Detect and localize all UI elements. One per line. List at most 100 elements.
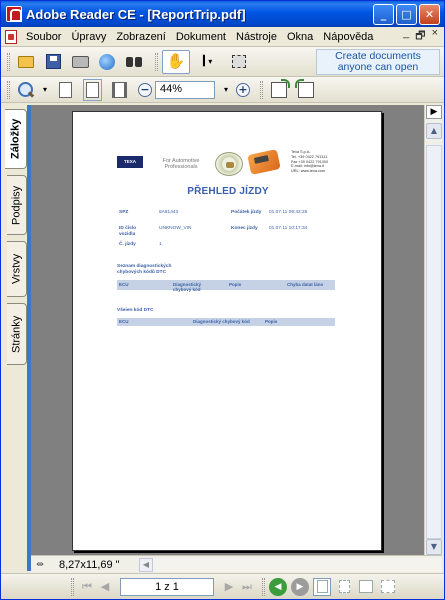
continuous-layout-button[interactable] [335, 578, 353, 596]
toolbar-grip[interactable] [260, 80, 264, 99]
report-title: PŘEHLED JÍZDY [187, 186, 269, 197]
column-header: Popis [265, 319, 278, 324]
chevron-down-icon[interactable]: ▾ [224, 85, 228, 94]
text-select-icon: Ⅰ [201, 54, 207, 70]
document-window-controls: _ 🗗 × [403, 27, 438, 46]
menu-napoveda[interactable]: Nápověda [318, 31, 378, 43]
go-forward-button[interactable]: ▶ [291, 577, 309, 596]
trip-end-value: 01.07.11 10:17:34 [269, 226, 308, 231]
zoom-in-button[interactable]: + [236, 82, 251, 97]
binoculars-icon [125, 55, 143, 69]
scroll-down-button[interactable]: ▼ [426, 539, 442, 555]
tab-bookmarks[interactable]: Záložky [5, 109, 27, 169]
scroll-left-button[interactable]: ◀ [139, 557, 153, 572]
first-page-button[interactable]: ⏮ [78, 578, 96, 596]
doc-minimize-button[interactable]: _ [403, 27, 409, 46]
split-handle-icon[interactable]: ⇹ [33, 558, 47, 572]
last-page-button[interactable]: ⏭ [238, 578, 256, 596]
snapshot-button[interactable] [227, 51, 251, 73]
toolbar-grip[interactable] [155, 52, 158, 71]
continuous-facing-layout-button[interactable] [379, 578, 397, 596]
go-back-button[interactable]: ◀ [269, 577, 287, 596]
spz-label: SPZ [119, 210, 129, 215]
pdf-page: TEXA For Automotive Professionals Texa S… [72, 111, 382, 551]
document-icon[interactable] [5, 29, 17, 44]
navigation-panel-tabs: Záložky Podpisy Vrstvy Stránky [5, 105, 27, 575]
menu-nastroje[interactable]: Nástroje [231, 31, 282, 43]
create-documents-promo[interactable]: Create documents anyone can open [316, 48, 440, 75]
dtc-list-heading: Seznam diagnostických chybových kódů DTC [117, 264, 172, 275]
fit-width-button[interactable] [107, 79, 131, 101]
scroll-thumb[interactable] [426, 145, 442, 539]
doc-restore-button[interactable]: 🗗 [415, 27, 425, 46]
rotate-counterclockwise-button[interactable] [294, 79, 318, 101]
save-button[interactable] [41, 51, 65, 73]
status-bar: ⏮ ◀ 1 z 1 ▶ ⏭ ◀ ▶ [1, 573, 444, 599]
doc-close-button[interactable]: × [432, 27, 438, 46]
dtc-all-heading: Všeien kód DTC [117, 308, 154, 313]
scroll-up-button[interactable]: ▲ [426, 123, 442, 139]
previous-page-button[interactable]: ◀ [96, 578, 114, 596]
email-button[interactable] [95, 51, 119, 73]
minimize-button[interactable]: _ [373, 3, 394, 25]
toolbar-grip[interactable] [7, 80, 10, 99]
zoom-tool-button[interactable] [14, 79, 38, 101]
horizontal-bar: ⇹ 8,27x11,69 " ◀ [31, 555, 442, 573]
actual-size-button[interactable] [53, 79, 77, 101]
print-button[interactable] [68, 51, 92, 73]
zoom-in-icon [18, 81, 34, 98]
column-header: ECU [119, 319, 129, 324]
page-size-readout: 8,27x11,69 " [59, 558, 120, 571]
rotate-cw-icon [271, 78, 291, 98]
panel-expand-button[interactable]: ▶ [426, 105, 442, 119]
title-bar[interactable]: Adobe Reader CE - [ReportTrip.pdf] _ □ ✕ [1, 1, 444, 27]
award-seal-image [215, 152, 243, 176]
diagnostic-device-image [247, 149, 281, 175]
next-page-button[interactable]: ▶ [220, 578, 238, 596]
horizontal-scroll-track[interactable] [153, 557, 442, 572]
page-number-input[interactable]: 1 z 1 [120, 577, 214, 596]
menu-dokument[interactable]: Dokument [171, 31, 231, 43]
adobe-reader-icon [6, 6, 22, 22]
open-button[interactable] [14, 51, 38, 73]
close-button[interactable]: ✕ [419, 3, 440, 25]
promo-line-1: Create documents [335, 49, 421, 62]
menu-bar: Soubor Úpravy Zobrazení Dokument Nástroj… [1, 27, 444, 47]
zoom-input[interactable]: 44% [155, 80, 216, 99]
continuous-page-icon [338, 580, 350, 593]
menu-zobrazeni[interactable]: Zobrazení [111, 31, 171, 43]
vertical-scrollbar[interactable]: ▶ ▲ ▼ [424, 105, 442, 555]
tab-layers[interactable]: Vrstvy [7, 241, 27, 297]
maximize-button[interactable]: □ [396, 3, 417, 25]
trip-number-value: 1 [159, 242, 162, 247]
single-page-layout-button[interactable] [313, 577, 331, 596]
hand-tool-button[interactable]: ✋ [162, 49, 190, 74]
trip-end-label: Konec jízdy [231, 226, 258, 231]
column-header: ECU [119, 282, 129, 287]
find-button[interactable] [122, 51, 146, 73]
zoom-out-button[interactable]: − [138, 82, 153, 97]
company-contact: Texa S.p.A. Tel. +39 0422 791311 Fax +39… [291, 150, 351, 174]
trip-start-value: 01.07.11 09:42:25 [269, 210, 308, 215]
toolbar-grip[interactable] [71, 577, 74, 596]
toolbar-grip[interactable] [7, 52, 10, 71]
tab-pages[interactable]: Stránky [7, 303, 27, 365]
rotate-clockwise-button[interactable] [267, 78, 291, 101]
window-controls: _ □ ✕ [373, 3, 440, 25]
menu-okna[interactable]: Okna [282, 31, 318, 43]
facing-layout-button[interactable] [357, 578, 375, 596]
document-viewer[interactable]: TEXA For Automotive Professionals Texa S… [31, 105, 424, 555]
column-header: Chyba datat láno [287, 282, 324, 287]
fit-page-button[interactable] [80, 78, 104, 101]
chevron-down-icon: ▾ [208, 57, 213, 66]
window-title: Adobe Reader CE - [ReportTrip.pdf] [26, 6, 246, 22]
select-text-button[interactable]: Ⅰ ▾ [190, 51, 224, 73]
spz-value: 8A81443 [159, 210, 179, 215]
chevron-down-icon[interactable]: ▾ [43, 85, 47, 94]
toolbar-grip[interactable] [262, 577, 265, 596]
menu-upravy[interactable]: Úpravy [66, 31, 111, 43]
vin-value: UNKNOW_VIN [159, 226, 192, 231]
menu-soubor[interactable]: Soubor [21, 31, 66, 43]
globe-mail-icon [99, 53, 115, 70]
tab-signatures[interactable]: Podpisy [7, 175, 27, 235]
